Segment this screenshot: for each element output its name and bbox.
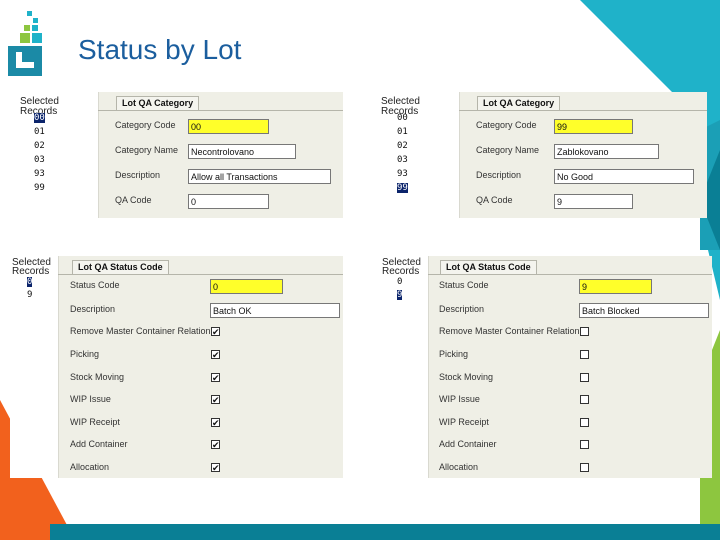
record-item[interactable]: 01 xyxy=(34,127,45,137)
description-label: Description xyxy=(439,304,485,314)
logo-icon xyxy=(8,11,42,76)
category-code-field[interactable]: 00 xyxy=(188,119,269,134)
status-code-field[interactable]: 0 xyxy=(210,279,283,294)
status-code-label: Status Code xyxy=(439,280,489,290)
check-label: WIP Issue xyxy=(439,394,480,404)
check-label: Remove Master Container Relation xyxy=(70,326,211,336)
status-code-label: Status Code xyxy=(70,280,120,290)
tab-divider xyxy=(459,110,707,111)
category-name-field[interactable]: Necontrolovano xyxy=(188,144,296,159)
check-label: WIP Receipt xyxy=(70,417,120,427)
category-code-label: Category Code xyxy=(476,120,537,130)
add-container-checkbox[interactable]: ✔ xyxy=(211,440,220,450)
wip-receipt-checkbox[interactable] xyxy=(580,418,589,427)
picking-checkbox[interactable] xyxy=(580,350,589,359)
description-field[interactable]: Batch Blocked xyxy=(579,303,709,318)
tab-lot-qa-category[interactable]: Lot QA Category xyxy=(116,96,200,110)
record-item[interactable]: 01 xyxy=(397,127,408,137)
qa-code-label: QA Code xyxy=(115,195,152,205)
check-label: WIP Issue xyxy=(70,394,111,404)
check-label: Stock Moving xyxy=(439,372,494,382)
category-name-field[interactable]: Zablokovano xyxy=(554,144,659,159)
check-label: Picking xyxy=(70,349,100,359)
check-label: Allocation xyxy=(439,462,479,472)
category-code-field[interactable]: 99 xyxy=(554,119,633,134)
picking-checkbox[interactable]: ✔ xyxy=(211,350,220,360)
bottom-bar xyxy=(50,524,720,540)
status-code-field[interactable]: 9 xyxy=(579,279,652,294)
record-item[interactable]: 0 xyxy=(397,277,402,287)
selected-records-list: Selected Records 00 01 02 03 93 99 xyxy=(379,92,460,218)
description-label: Description xyxy=(476,170,522,180)
lot-qa-status-panel-2: Selected Records 0 9 Lot QA Status Code … xyxy=(380,256,712,478)
lot-qa-status-panel-1: Selected Records 0 9 Lot QA Status Code … xyxy=(10,256,343,478)
wip-issue-checkbox[interactable] xyxy=(580,395,589,404)
tab-lot-qa-category[interactable]: Lot QA Category xyxy=(477,96,561,110)
qa-code-field[interactable]: 9 xyxy=(554,194,633,209)
allocation-checkbox[interactable] xyxy=(580,463,589,472)
wip-receipt-checkbox[interactable]: ✔ xyxy=(211,418,220,428)
stock-moving-checkbox[interactable] xyxy=(580,373,589,382)
allocation-checkbox[interactable]: ✔ xyxy=(211,463,220,473)
check-label: WIP Receipt xyxy=(439,417,489,427)
selected-records-header: Selected Records xyxy=(381,96,420,117)
record-item[interactable]: 02 xyxy=(34,141,45,151)
record-item[interactable]: 02 xyxy=(397,141,408,151)
record-item[interactable]: 99 xyxy=(397,183,408,193)
category-name-label: Category Name xyxy=(476,145,540,155)
check-label: Remove Master Container Relation xyxy=(439,326,580,336)
remove-master-container-relation-checkbox[interactable]: ✔ xyxy=(211,327,220,337)
check-label: Picking xyxy=(439,349,469,359)
remove-master-container-relation-checkbox[interactable] xyxy=(580,327,589,336)
record-item[interactable]: 99 xyxy=(34,183,45,193)
lot-qa-category-panel-1: Selected Records 00 01 02 03 93 99 Lot Q… xyxy=(18,92,343,218)
tab-divider xyxy=(98,110,343,111)
record-item[interactable]: 0 xyxy=(27,277,33,287)
tab-divider xyxy=(58,274,343,275)
selected-records-list: Selected Records 00 01 02 03 93 99 xyxy=(18,92,99,218)
description-field[interactable]: Batch OK xyxy=(210,303,340,318)
description-field[interactable]: Allow all Transactions xyxy=(188,169,331,184)
description-label: Description xyxy=(115,170,161,180)
selected-records-header: Records xyxy=(382,266,420,277)
category-code-label: Category Code xyxy=(115,120,176,130)
record-item[interactable]: 03 xyxy=(34,155,45,165)
record-item[interactable]: 93 xyxy=(397,169,408,179)
wip-issue-checkbox[interactable]: ✔ xyxy=(211,395,220,405)
record-item[interactable]: 93 xyxy=(34,169,45,179)
check-label: Allocation xyxy=(70,462,110,472)
record-item[interactable]: 00 xyxy=(34,113,45,123)
description-label: Description xyxy=(70,304,116,314)
stock-moving-checkbox[interactable]: ✔ xyxy=(211,373,220,383)
record-item[interactable]: 03 xyxy=(397,155,408,165)
check-label: Stock Moving xyxy=(70,372,125,382)
selected-records-header: Selected Records xyxy=(20,96,59,117)
selected-records-list: Selected Records 0 9 xyxy=(10,256,59,478)
record-item[interactable]: 9 xyxy=(27,290,32,300)
tab-lot-qa-status-code[interactable]: Lot QA Status Code xyxy=(440,260,537,274)
tab-divider xyxy=(428,274,712,275)
record-item[interactable]: 00 xyxy=(397,113,408,123)
selected-records-list: Selected Records 0 9 xyxy=(380,256,429,478)
qa-code-field[interactable]: 0 xyxy=(188,194,269,209)
check-label: Add Container xyxy=(70,439,128,449)
description-field[interactable]: No Good xyxy=(554,169,694,184)
record-item[interactable]: 9 xyxy=(397,290,403,300)
selected-records-header: Records xyxy=(12,266,50,277)
slide-title: Status by Lot xyxy=(78,34,242,65)
add-container-checkbox[interactable] xyxy=(580,440,589,449)
lot-qa-category-panel-2: Selected Records 00 01 02 03 93 99 Lot Q… xyxy=(379,92,707,218)
check-label: Add Container xyxy=(439,439,497,449)
category-name-label: Category Name xyxy=(115,145,179,155)
qa-code-label: QA Code xyxy=(476,195,513,205)
tab-lot-qa-status-code[interactable]: Lot QA Status Code xyxy=(72,260,169,274)
